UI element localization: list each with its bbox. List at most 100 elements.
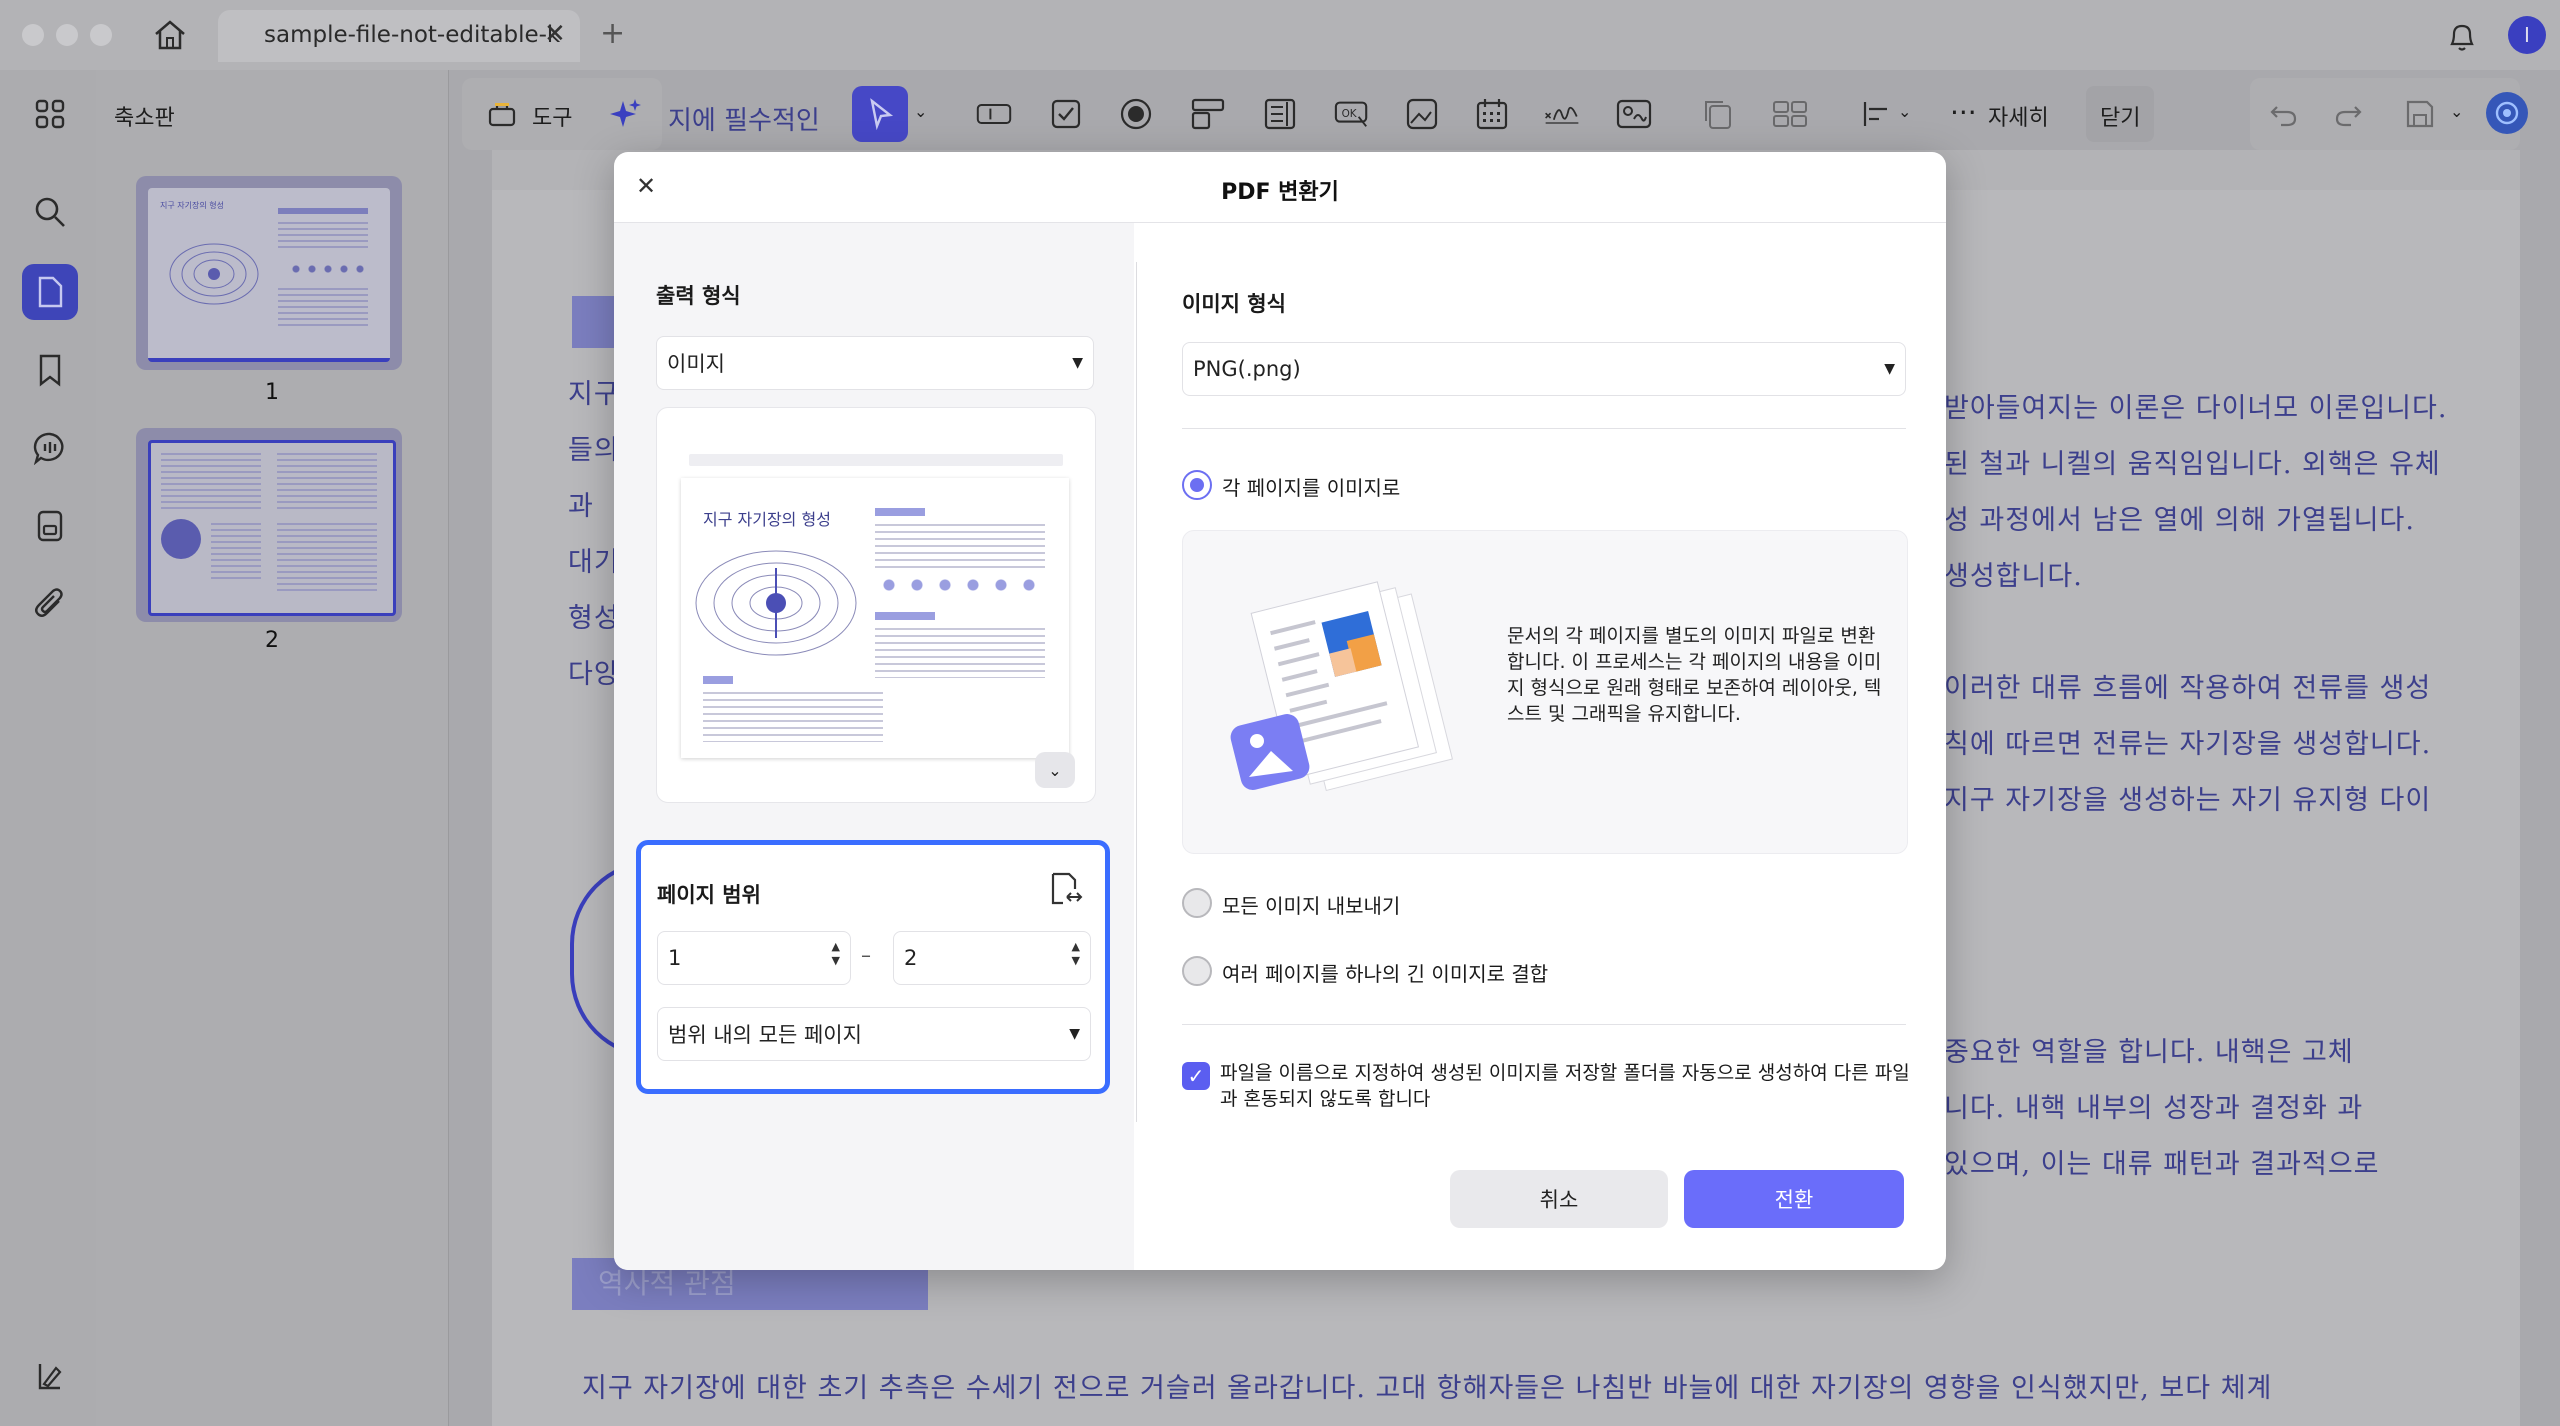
image-format-value: PNG(.png) (1193, 357, 1301, 381)
grid-layout-icon[interactable] (1772, 96, 1808, 132)
cancel-button[interactable]: 취소 (1450, 1170, 1668, 1228)
page-from-stepper[interactable]: 1 ▲ ▼ (657, 931, 851, 985)
search-icon[interactable] (28, 190, 72, 234)
each-page-radio[interactable] (1182, 470, 1212, 500)
assistant-icon[interactable] (2486, 92, 2528, 134)
page-thumbnail[interactable]: 지구 자기장의 형성 (136, 176, 402, 370)
redo-icon[interactable] (2330, 96, 2366, 132)
page-subset-select[interactable]: 범위 내의 모든 페이지 ▼ (657, 1007, 1091, 1061)
combo-box-icon[interactable] (1190, 96, 1226, 132)
radio-tool-icon[interactable] (1118, 96, 1154, 132)
auto-folder-checkbox[interactable]: ✓ (1182, 1062, 1210, 1090)
undo-icon[interactable] (2266, 96, 2302, 132)
signature-icon[interactable] (1544, 96, 1580, 132)
doc-line: 된 철과 니켈의 움직임입니다. 외핵은 유체 (1944, 449, 2441, 480)
list-box-icon[interactable] (1262, 96, 1298, 132)
page-to-stepper[interactable]: 2 ▲ ▼ (893, 931, 1091, 985)
home-icon[interactable] (152, 18, 188, 56)
panel-title: 축소판 (114, 106, 175, 131)
doc-fragment: 들의 (568, 435, 620, 466)
preview-tag (703, 676, 733, 684)
more-label[interactable]: 자세히 (1988, 100, 2049, 132)
save-icon[interactable] (2402, 96, 2438, 132)
date-field-icon[interactable] (1474, 96, 1510, 132)
more-icon[interactable]: ··· (1950, 96, 1977, 129)
ai-sparkle-icon[interactable] (608, 96, 644, 132)
window-close-button[interactable] (22, 24, 44, 46)
close-edit-label[interactable]: 닫기 (2100, 100, 2140, 132)
pdf-converter-dialog: ✕ PDF 변환기 출력 형식 이미지 ▼ 지구 자기장의 형성 ⌄ 페이지 범… (614, 152, 1946, 1270)
avatar[interactable]: I (2508, 16, 2546, 54)
button-tool-icon[interactable]: OK (1334, 96, 1370, 132)
stepper-arrows-icon[interactable]: ▲ ▼ (832, 940, 840, 968)
dropdown-caret-icon: ▼ (1072, 355, 1083, 371)
digital-signature-icon[interactable] (1616, 96, 1652, 132)
page-to-value: 2 (904, 946, 918, 970)
window-zoom-button[interactable] (90, 24, 112, 46)
image-format-label: 이미지 형식 (1182, 292, 1286, 316)
page-subset-value: 범위 내의 모든 페이지 (668, 1023, 862, 1047)
ai-prompt-text: 지에 필수적인 (668, 106, 820, 136)
select-tool-button[interactable] (852, 86, 908, 142)
expand-preview-button[interactable]: ⌄ (1035, 752, 1075, 788)
section-divider (1182, 1024, 1906, 1025)
doc-line: 받아들여지는 이론은 다이너모 이론입니다. (1944, 393, 2448, 424)
chevron-down-icon[interactable]: ⌄ (914, 102, 927, 121)
section-divider (1182, 428, 1906, 429)
doc-fragment: 지구 (568, 379, 620, 410)
save-chevron-icon[interactable]: ⌄ (2450, 102, 2463, 121)
doc-line: 생성합니다. (1944, 561, 2083, 592)
sidebar-settings-icon[interactable] (28, 1354, 72, 1398)
preview-text-lines (703, 692, 883, 742)
comment-icon[interactable] (28, 426, 72, 470)
output-format-label: 출력 형식 (656, 284, 741, 308)
auto-folder-label[interactable]: 파일을 이름으로 지정하여 생성된 이미지를 저장할 폴더를 자동으로 생성하여… (1220, 1060, 1920, 1112)
attachment-icon[interactable] (28, 582, 72, 626)
checkbox-tool-icon[interactable] (1048, 96, 1084, 132)
image-format-select[interactable]: PNG(.png) ▼ (1182, 342, 1906, 396)
tab-close-icon[interactable]: ✕ (544, 19, 566, 49)
doc-line: 이러한 대류 흐름에 작용하여 전류를 생성 (1944, 673, 2432, 704)
align-icon[interactable] (1858, 96, 1894, 132)
copy-icon[interactable] (1700, 96, 1736, 132)
tools-button-label[interactable]: 도구 (532, 100, 572, 132)
preview-text-lines (875, 628, 1045, 678)
new-tab-button[interactable]: + (600, 16, 625, 51)
pane-divider (1136, 262, 1137, 1122)
output-format-select[interactable]: 이미지 ▼ (656, 336, 1094, 390)
bookmark-icon[interactable] (28, 348, 72, 392)
each-page-label[interactable]: 각 페이지를 이미지로 (1222, 472, 1400, 501)
dropdown-caret-icon: ▼ (1069, 1026, 1080, 1042)
text-field-icon[interactable] (976, 96, 1012, 132)
form-icon[interactable] (28, 504, 72, 548)
doc-line: 니다. 내핵 내부의 성장과 결정화 과 (1944, 1093, 2364, 1124)
combine-long-image-label[interactable]: 여러 페이지를 하나의 긴 이미지로 결합 (1222, 958, 1548, 987)
doc-line: 성 과정에서 남은 열에 의해 가열됩니다. (1944, 505, 2415, 536)
bell-icon[interactable] (2446, 20, 2478, 58)
stepper-arrows-icon[interactable]: ▲ ▼ (1072, 940, 1080, 968)
section-heading-tag (572, 296, 614, 348)
dialog-title: PDF 변환기 (1221, 180, 1339, 205)
svg-text:OK: OK (1342, 108, 1358, 120)
thumbnails-icon[interactable] (22, 264, 78, 320)
apps-grid-icon[interactable] (28, 92, 72, 136)
image-field-icon[interactable] (1404, 96, 1440, 132)
doc-fragment: 다양 (568, 659, 620, 690)
doc-line: 칙에 따르면 전류는 자기장을 생성합니다. (1944, 729, 2432, 760)
page-thumbnail[interactable] (136, 428, 402, 622)
align-chevron-icon[interactable]: ⌄ (1898, 102, 1911, 121)
option-description: 문서의 각 페이지를 별도의 이미지 파일로 변환합니다. 이 프로세스는 각 … (1507, 625, 1882, 725)
thumbnail-label: 2 (265, 628, 279, 653)
tab-title: sample-file-not-editable-k (264, 22, 561, 48)
page-range-switch-icon[interactable] (1047, 871, 1083, 911)
doc-line: 중요한 역할을 합니다. 내핵은 고체 (1944, 1037, 2354, 1068)
toolbox-icon[interactable] (484, 96, 520, 132)
window-minimize-button[interactable] (56, 24, 78, 46)
preview-magnetic-field-figure (695, 550, 857, 656)
convert-button[interactable]: 전환 (1684, 1170, 1904, 1228)
page-from-value: 1 (668, 946, 682, 970)
export-all-images-label[interactable]: 모든 이미지 내보내기 (1222, 890, 1400, 919)
combine-long-image-radio[interactable] (1182, 956, 1212, 986)
export-all-images-radio[interactable] (1182, 888, 1212, 918)
thumbnail-label: 1 (265, 380, 279, 405)
